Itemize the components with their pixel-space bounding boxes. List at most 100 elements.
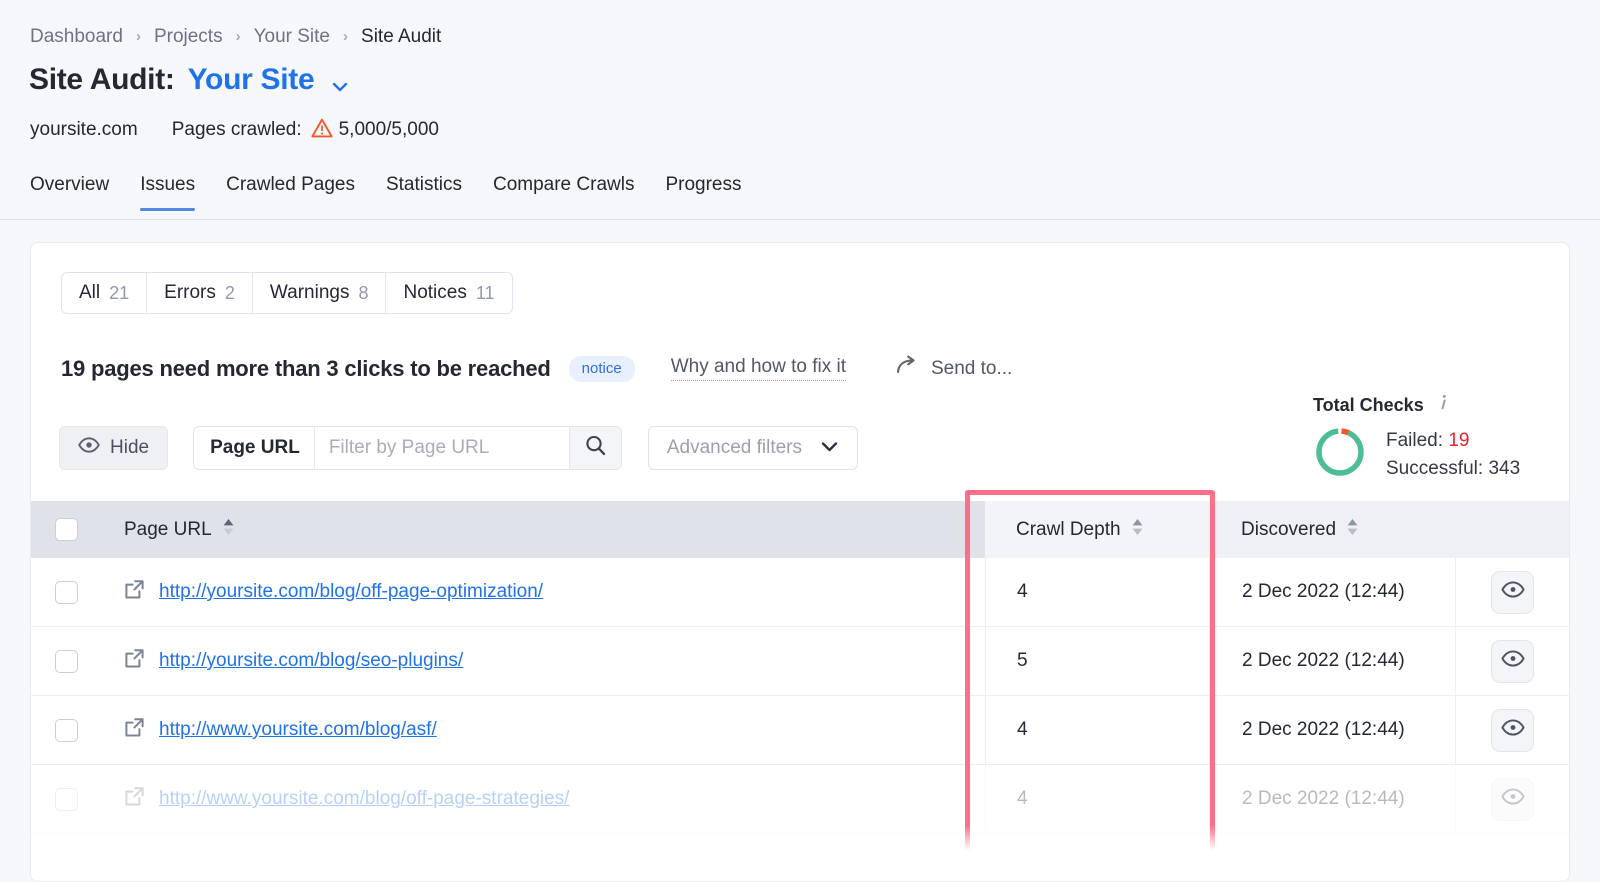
select-all-cell xyxy=(31,518,102,541)
checks-donut-chart xyxy=(1313,425,1367,484)
tab-statistics[interactable]: Statistics xyxy=(386,174,462,210)
discovered-value: 2 Dec 2022 (12:44) xyxy=(1242,581,1405,603)
preview-button[interactable] xyxy=(1491,709,1534,752)
pages-crawled-value: 5,000/5,000 xyxy=(339,119,439,141)
table-row: http://yoursite.com/blog/seo-plugins/5 2 … xyxy=(31,627,1569,696)
row-checkbox[interactable] xyxy=(55,650,78,673)
page-url-link[interactable]: http://www.yoursite.com/blog/asf/ xyxy=(159,719,437,741)
breadcrumb-item-site-audit: Site Audit xyxy=(361,26,441,48)
chevron-down-icon xyxy=(820,437,839,459)
column-header-page-url[interactable]: Page URL xyxy=(102,516,985,544)
crawl-depth-value: 4 xyxy=(1017,581,1028,603)
severity-tab-label: All xyxy=(79,282,100,304)
tab-issues[interactable]: Issues xyxy=(140,174,195,210)
share-arrow-icon xyxy=(895,355,920,382)
severity-tab-label: Errors xyxy=(164,282,216,304)
advanced-filters-dropdown[interactable]: Advanced filters xyxy=(648,426,858,470)
cell-discovered: 2 Dec 2022 (12:44) xyxy=(1209,627,1455,696)
send-to-button[interactable]: Send to... xyxy=(895,355,1012,382)
search-input[interactable] xyxy=(315,427,569,469)
send-to-label: Send to... xyxy=(931,358,1012,380)
cell-crawl-depth: 5 xyxy=(985,627,1209,696)
preview-button[interactable] xyxy=(1491,640,1534,683)
select-all-checkbox[interactable] xyxy=(55,518,78,541)
row-checkbox[interactable] xyxy=(55,719,78,742)
advanced-filters-label: Advanced filters xyxy=(667,437,802,459)
severity-tab-label: Notices xyxy=(403,282,466,304)
page-url-link[interactable]: http://yoursite.com/blog/off-page-optimi… xyxy=(159,581,543,603)
info-icon[interactable] xyxy=(1435,393,1452,417)
pages-crawled-label: Pages crawled: xyxy=(172,119,302,141)
severity-tab-all[interactable]: All21 xyxy=(62,273,147,313)
total-checks-title-row: Total Checks xyxy=(1313,393,1563,417)
column-header-discovered[interactable]: Discovered xyxy=(1209,501,1455,558)
page-title: Site Audit: Your Site xyxy=(29,63,329,97)
cell-actions xyxy=(1455,696,1569,765)
page-url-link[interactable]: http://www.yoursite.com/blog/off-page-st… xyxy=(159,788,569,810)
external-link-icon[interactable] xyxy=(124,717,145,743)
discovered-value: 2 Dec 2022 (12:44) xyxy=(1242,650,1405,672)
site-selector[interactable]: Your Site xyxy=(188,63,315,97)
severity-filter: All21Errors2Warnings8Notices11 xyxy=(61,272,513,314)
column-header-crawl-depth-label: Crawl Depth xyxy=(1016,519,1121,541)
cell-actions xyxy=(1455,765,1569,834)
cell-crawl-depth: 4 xyxy=(985,696,1209,765)
crawl-depth-value: 4 xyxy=(1017,788,1028,810)
tab-crawled-pages[interactable]: Crawled Pages xyxy=(226,174,355,210)
failed-label: Failed: xyxy=(1386,430,1443,451)
page-url-link[interactable]: http://yoursite.com/blog/seo-plugins/ xyxy=(159,650,463,672)
cell-page-url: http://yoursite.com/blog/seo-plugins/ xyxy=(102,648,985,674)
eye-icon xyxy=(1501,581,1525,603)
cell-discovered: 2 Dec 2022 (12:44) xyxy=(1209,696,1455,765)
column-header-page-url-label: Page URL xyxy=(124,519,212,541)
total-checks-widget: Total Checks Failed: 19 Successful: 343 xyxy=(1313,393,1563,484)
warning-triangle-icon xyxy=(311,118,333,144)
search-icon xyxy=(584,434,607,462)
severity-tab-notices[interactable]: Notices11 xyxy=(386,273,511,313)
severity-tab-label: Warnings xyxy=(270,282,350,304)
issue-header: 19 pages need more than 3 clicks to be r… xyxy=(61,355,1012,382)
site-domain: yoursite.com xyxy=(30,119,138,141)
total-checks-body: Failed: 19 Successful: 343 xyxy=(1313,425,1563,484)
cell-page-url: http://yoursite.com/blog/off-page-optimi… xyxy=(102,579,985,605)
severity-tab-errors[interactable]: Errors2 xyxy=(147,273,253,313)
why-and-how-to-fix-it-link[interactable]: Why and how to fix it xyxy=(671,356,846,381)
sort-icon xyxy=(1345,516,1360,544)
site-selector-label: Your Site xyxy=(188,63,315,96)
row-checkbox[interactable] xyxy=(55,581,78,604)
column-header-crawl-depth[interactable]: Crawl Depth xyxy=(985,501,1209,558)
search-button[interactable] xyxy=(569,427,621,469)
eye-icon xyxy=(1501,788,1525,810)
tab-compare-crawls[interactable]: Compare Crawls xyxy=(493,174,634,210)
issue-title: 19 pages need more than 3 clicks to be r… xyxy=(61,356,551,382)
external-link-icon[interactable] xyxy=(124,579,145,605)
external-link-icon[interactable] xyxy=(124,648,145,674)
failed-value: 19 xyxy=(1448,430,1469,451)
issues-table: Page URL Crawl Depth Discovered xyxy=(31,501,1569,834)
row-select-cell xyxy=(31,650,102,673)
breadcrumb-separator: › xyxy=(236,28,241,45)
discovered-value: 2 Dec 2022 (12:44) xyxy=(1242,788,1405,810)
preview-button[interactable] xyxy=(1491,778,1534,821)
successful-value: 343 xyxy=(1488,458,1520,479)
preview-button[interactable] xyxy=(1491,571,1534,614)
severity-tab-warnings[interactable]: Warnings8 xyxy=(253,273,387,313)
sort-icon xyxy=(1130,516,1145,544)
hide-button-label: Hide xyxy=(110,437,149,459)
table-header-row: Page URL Crawl Depth Discovered xyxy=(31,501,1569,558)
external-link-icon[interactable] xyxy=(124,786,145,812)
table-body: http://yoursite.com/blog/off-page-optimi… xyxy=(31,558,1569,834)
cell-actions xyxy=(1455,627,1569,696)
tab-overview[interactable]: Overview xyxy=(30,174,109,210)
row-checkbox[interactable] xyxy=(55,788,78,811)
row-select-cell xyxy=(31,788,102,811)
filter-toolbar: Hide Page URL Advanced filters xyxy=(59,426,858,470)
tab-progress[interactable]: Progress xyxy=(665,174,741,210)
row-select-cell xyxy=(31,719,102,742)
eye-icon xyxy=(1501,650,1525,672)
breadcrumb-item-projects[interactable]: Projects xyxy=(154,26,223,48)
breadcrumb-item-your-site[interactable]: Your Site xyxy=(254,26,330,48)
hide-button[interactable]: Hide xyxy=(59,426,168,470)
url-filter: Page URL xyxy=(193,426,622,470)
breadcrumb-item-dashboard[interactable]: Dashboard xyxy=(30,26,123,48)
